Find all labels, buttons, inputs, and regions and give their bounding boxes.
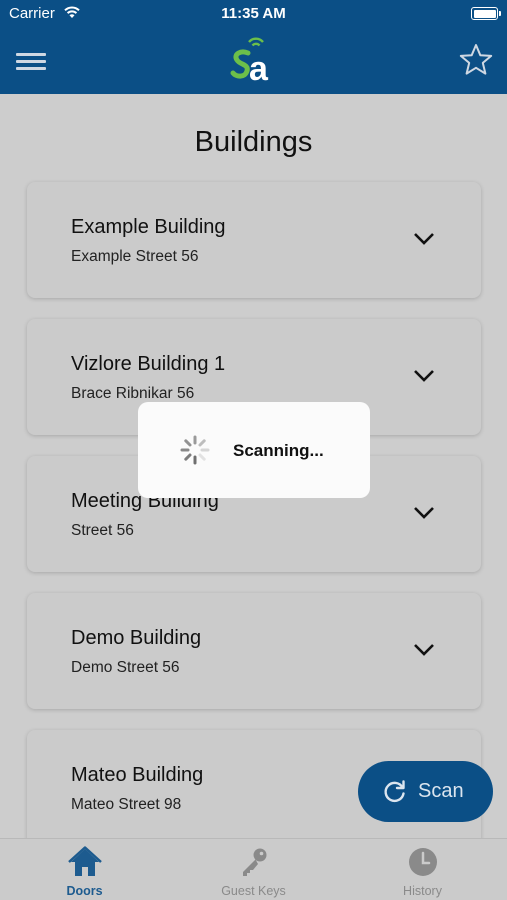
- app-logo: a: [230, 37, 269, 83]
- scanning-text: Scanning...: [233, 441, 324, 460]
- star-icon[interactable]: [458, 42, 494, 78]
- clock-icon: [409, 848, 437, 876]
- building-street: Brace Ribnikar 56: [71, 385, 195, 402]
- chevron-down-icon[interactable]: [413, 506, 435, 520]
- building-name: Demo Building: [71, 627, 202, 649]
- tab-label: History: [403, 884, 442, 898]
- building-card[interactable]: Demo Building Demo Street 56: [27, 593, 481, 709]
- building-name: Vizlore Building 1: [71, 353, 226, 375]
- chevron-down-icon[interactable]: [413, 643, 435, 657]
- scan-button-label: Scan: [418, 780, 464, 802]
- key-icon: [243, 848, 267, 876]
- building-name: Mateo Building: [71, 764, 204, 786]
- hamburger-menu-icon[interactable]: [16, 50, 46, 72]
- tab-guest-keys[interactable]: Guest Keys: [169, 839, 338, 900]
- building-street: Demo Street 56: [71, 659, 180, 676]
- chevron-down-icon[interactable]: [413, 369, 435, 383]
- clock-time: 11:35 AM: [221, 5, 286, 22]
- page-title: Buildings: [194, 126, 313, 158]
- logo-letter: a: [249, 50, 269, 83]
- tab-bar: Doors Guest Keys History: [0, 838, 507, 900]
- building-card[interactable]: Example Building Example Street 56: [27, 182, 481, 298]
- tab-label: Doors: [66, 884, 103, 898]
- status-bar: Carrier 11:35 AM: [0, 0, 507, 28]
- scanning-dialog: Scanning...: [138, 402, 370, 498]
- home-icon: [68, 846, 102, 876]
- refresh-icon: [384, 780, 405, 803]
- tab-history[interactable]: History: [338, 839, 507, 900]
- scan-button[interactable]: Scan: [358, 761, 493, 822]
- app-header: a: [0, 28, 507, 94]
- loading-spinner-icon: [180, 435, 210, 465]
- chevron-down-icon[interactable]: [413, 232, 435, 246]
- building-street: Example Street 56: [71, 248, 199, 265]
- tab-label: Guest Keys: [221, 884, 286, 898]
- building-street: Mateo Street 98: [71, 796, 182, 813]
- building-name: Example Building: [71, 216, 226, 238]
- building-street: Street 56: [71, 522, 134, 539]
- tab-doors[interactable]: Doors: [0, 839, 169, 900]
- battery-icon: [471, 7, 501, 20]
